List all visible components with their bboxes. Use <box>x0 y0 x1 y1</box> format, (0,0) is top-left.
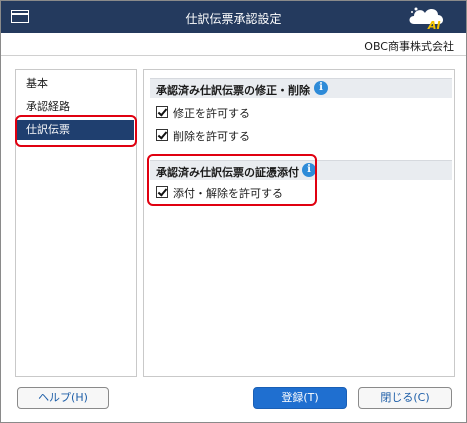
help-button[interactable]: ヘルプ(H) <box>17 387 109 409</box>
ai-cloud-logo-icon: AI <box>409 7 444 30</box>
company-bar: OBC商事株式会社 <box>1 33 466 56</box>
section-header-edit: 承認済み仕訳伝票の修正・削除 i <box>150 78 452 98</box>
window-title: 仕訳伝票承認設定 <box>185 12 282 26</box>
nav-highlight-box <box>15 115 137 147</box>
nav-item-basic[interactable]: 基本 <box>22 74 134 94</box>
allow-delete-checkbox[interactable] <box>156 129 168 141</box>
register-button[interactable]: 登録(T) <box>253 387 347 409</box>
allow-modify-checkbox[interactable] <box>156 106 168 118</box>
info-icon[interactable]: i <box>314 81 328 95</box>
allow-delete-label: 削除を許可する <box>173 130 250 143</box>
settings-content: 承認済み仕訳伝票の修正・削除 i 修正を許可する 削除を許可する 承認済み仕訳伝… <box>143 69 455 377</box>
allow-modify-label: 修正を許可する <box>173 107 250 120</box>
section-title-edit: 承認済み仕訳伝票の修正・削除 <box>156 84 310 97</box>
title-bar: 仕訳伝票承認設定 AI <box>1 1 466 33</box>
ai-logo-text: AI <box>427 19 441 30</box>
close-button[interactable]: 閉じる(C) <box>358 387 452 409</box>
attach-highlight-box <box>147 154 317 206</box>
company-name: OBC商事株式会社 <box>364 40 454 53</box>
settings-window: 仕訳伝票承認設定 AI OBC商事株式会社 基本 承認経路 仕訳伝票 承認済み仕… <box>0 0 467 423</box>
nav-item-approval-route[interactable]: 承認経路 <box>22 97 134 117</box>
